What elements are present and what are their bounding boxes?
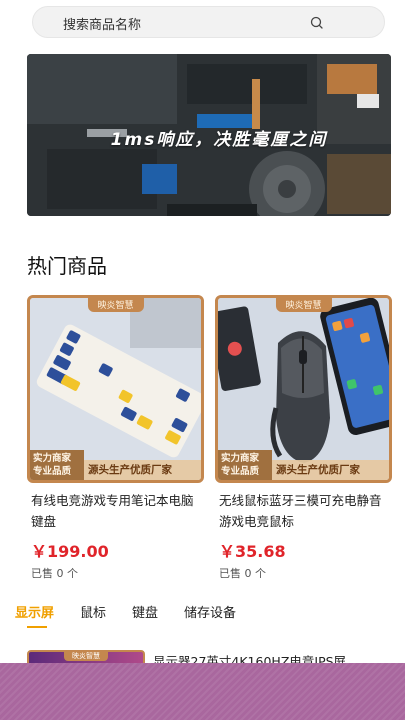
- brand-tag: 映炎智慧: [64, 651, 108, 661]
- search-icon[interactable]: [309, 15, 325, 31]
- product-image[interactable]: 映炎智慧 实力商家 专业品质 源头生产优质厂家: [215, 295, 392, 483]
- product-title[interactable]: 无线鼠标蓝牙三模可充电静音游戏电竞鼠标: [215, 490, 392, 532]
- bottom-overlay: [0, 663, 405, 720]
- tab-storage[interactable]: 储存设备: [184, 602, 236, 621]
- badge-line: 实力商家: [33, 453, 72, 464]
- search-input[interactable]: 搜索商品名称: [63, 14, 141, 33]
- product-title[interactable]: 有线电竞游戏专用笔记本电脑键盘: [27, 490, 204, 532]
- badge-line: 专业品质: [33, 466, 72, 477]
- product-card[interactable]: 映炎智慧 实力商家 专业品质 源头生产优质厂家 无线鼠标蓝牙三模可充电静音游戏电…: [215, 295, 392, 581]
- product-card[interactable]: 映炎智慧 实力商家 专业品质 源头生产优质厂家 有线电竞游戏专用笔记本电脑键盘 …: [27, 295, 204, 581]
- product-price: ￥199.00: [31, 542, 109, 561]
- brand-tag: 映炎智慧: [87, 298, 144, 312]
- category-tabs: 显示屏 鼠标 键盘 储存设备: [15, 602, 262, 621]
- search-bar[interactable]: 搜索商品名称: [32, 6, 385, 38]
- banner-slogan: 1ms响应，决胜毫厘之间: [110, 130, 328, 150]
- product-sold-count: 已售 0 个: [219, 567, 266, 580]
- tab-keyboard[interactable]: 键盘: [132, 602, 158, 621]
- product-sold-count: 已售 0 个: [31, 567, 78, 580]
- badge-quality: 实力商家 专业品质: [218, 450, 272, 480]
- product-price: ￥35.68: [219, 542, 286, 561]
- brand-tag: 映炎智慧: [275, 298, 332, 312]
- hero-banner[interactable]: 1ms响应，决胜毫厘之间: [27, 54, 391, 216]
- tab-mouse[interactable]: 鼠标: [80, 602, 106, 621]
- product-image[interactable]: 映炎智慧 实力商家 专业品质 源头生产优质厂家: [27, 295, 204, 483]
- badge-line: 实力商家: [221, 453, 260, 464]
- badge-quality: 实力商家 专业品质: [30, 450, 84, 480]
- badge-line: 专业品质: [221, 466, 260, 477]
- section-title-hot: 热门商品: [27, 254, 107, 278]
- badge-factory: 源头生产优质厂家: [272, 460, 389, 480]
- badge-factory: 源头生产优质厂家: [84, 460, 201, 480]
- tab-display[interactable]: 显示屏: [15, 602, 54, 621]
- active-tab-indicator: [27, 626, 47, 628]
